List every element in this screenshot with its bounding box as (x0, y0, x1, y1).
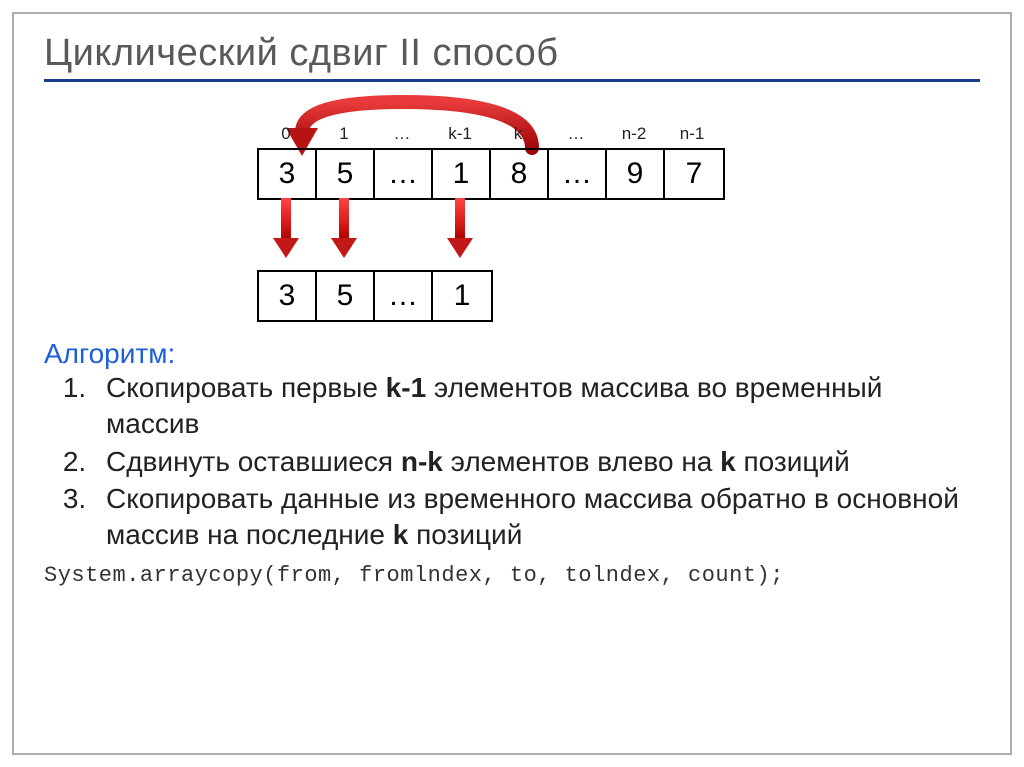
code-line: System.arraycopy(from, fromlndex, to, to… (44, 563, 980, 588)
bold-n-k: n-k (401, 446, 443, 477)
slide-title: Циклический сдвиг II способ (44, 32, 980, 75)
algorithm-list: Скопировать первые k-1 элементов массива… (44, 370, 980, 553)
text: позиций (408, 519, 522, 550)
step-1: Скопировать первые k-1 элементов массива… (94, 370, 980, 442)
cell: 3 (259, 150, 317, 198)
cell: 3 (259, 272, 317, 320)
bold-k-1: k-1 (386, 372, 426, 403)
diagram-area: 0 1 … k-1 k … n-2 n-1 3 5 … 1 8 … 9 7 3 (212, 100, 812, 330)
idx: 0 (257, 124, 315, 144)
idx: n-2 (605, 124, 663, 144)
cell: … (375, 150, 433, 198)
text: Скопировать данные из временного массива… (106, 483, 959, 550)
algorithm-heading: Алгоритм: (44, 338, 980, 370)
text: Сдвинуть оставшиеся (106, 446, 401, 477)
idx: k (489, 124, 547, 144)
copy-arrows (257, 198, 489, 258)
cell: 8 (491, 150, 549, 198)
cell: 9 (607, 150, 665, 198)
cell: 5 (317, 150, 375, 198)
idx: … (547, 124, 605, 144)
cell: 5 (317, 272, 375, 320)
idx: k-1 (431, 124, 489, 144)
cell: … (375, 272, 433, 320)
idx: n-1 (663, 124, 721, 144)
slide-frame: Циклический сдвиг II способ 0 1 … k-1 k … (12, 12, 1012, 755)
text: позиций (736, 446, 850, 477)
index-row: 0 1 … k-1 k … n-2 n-1 (257, 124, 721, 144)
cell: 1 (433, 150, 491, 198)
down-arrow-icon (275, 198, 297, 258)
cell: 1 (433, 272, 491, 320)
source-array: 3 5 … 1 8 … 9 7 (257, 148, 725, 200)
cell: 7 (665, 150, 723, 198)
down-arrow-icon (449, 198, 471, 258)
down-arrow-icon (333, 198, 355, 258)
bold-k: k (393, 519, 409, 550)
idx: … (373, 124, 431, 144)
cell: … (549, 150, 607, 198)
idx: 1 (315, 124, 373, 144)
step-2: Сдвинуть оставшиеся n-k элементов влево … (94, 444, 980, 480)
text: элементов влево на (443, 446, 720, 477)
step-3: Скопировать данные из временного массива… (94, 481, 980, 553)
temp-array: 3 5 … 1 (257, 270, 493, 322)
bold-k: k (720, 446, 736, 477)
text: Скопировать первые (106, 372, 386, 403)
